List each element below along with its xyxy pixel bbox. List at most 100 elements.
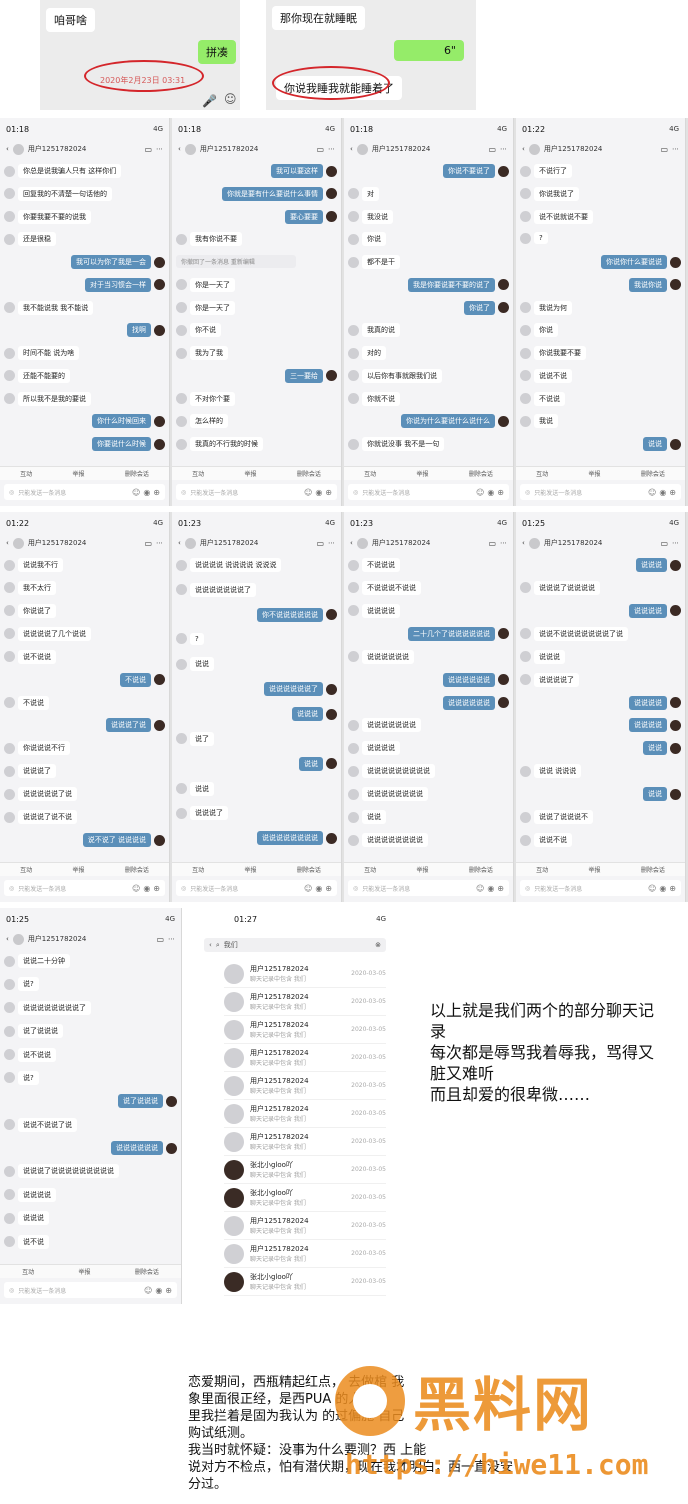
more-icon[interactable]: ⋯ — [672, 145, 679, 153]
voice-icon[interactable]: ◉ — [143, 884, 150, 893]
avatar[interactable] — [176, 658, 187, 670]
avatar[interactable] — [4, 978, 15, 990]
voice-icon[interactable]: ◉ — [659, 488, 666, 497]
avatar[interactable] — [4, 1189, 15, 1201]
more-icon[interactable]: ⋯ — [328, 145, 335, 153]
avatar[interactable] — [176, 584, 187, 596]
search-input[interactable]: ‹ ⌕ 我们 ⊗ — [204, 938, 386, 952]
toolbar-button[interactable]: 删除会话 — [641, 469, 665, 478]
emoji-icon[interactable]: ☺ — [132, 488, 140, 497]
avatar[interactable] — [348, 811, 359, 823]
avatar[interactable] — [326, 758, 337, 770]
back-icon[interactable]: ‹ — [522, 539, 525, 547]
avatar[interactable] — [670, 742, 681, 754]
avatar[interactable] — [12, 537, 24, 549]
avatar[interactable] — [520, 347, 531, 359]
avatar[interactable] — [348, 651, 359, 663]
avatar[interactable] — [670, 697, 681, 709]
toolbar-button[interactable]: 互动 — [20, 865, 32, 874]
avatar[interactable] — [670, 256, 681, 268]
avatar[interactable] — [498, 628, 509, 640]
toolbar-button[interactable]: 互动 — [536, 469, 548, 478]
avatar[interactable] — [176, 302, 187, 314]
video-call-icon[interactable]: ▭ — [488, 539, 496, 548]
plus-icon[interactable]: ⊕ — [153, 488, 160, 497]
avatar[interactable] — [520, 811, 531, 823]
avatar[interactable] — [520, 370, 531, 382]
avatar[interactable] — [176, 393, 187, 405]
avatar[interactable] — [670, 605, 681, 617]
toolbar-button[interactable]: 举报 — [244, 865, 256, 874]
toolbar-button[interactable]: 删除会话 — [135, 1267, 159, 1276]
avatar[interactable] — [356, 143, 368, 155]
message-input[interactable]: ◎ 只能发送一条消息 ☺ ◉ ⊕ — [520, 880, 681, 896]
avatar[interactable] — [520, 765, 531, 777]
avatar[interactable] — [154, 324, 165, 336]
avatar[interactable] — [520, 651, 531, 663]
avatar[interactable] — [348, 347, 359, 359]
search-result-row[interactable]: 用户1251782024 聊天记录中包含 我们 2020-03-05 — [224, 1016, 386, 1044]
back-icon[interactable]: ‹ — [178, 145, 181, 153]
avatar[interactable] — [4, 651, 15, 663]
avatar[interactable] — [498, 165, 509, 177]
avatar[interactable] — [176, 559, 187, 571]
camera-icon[interactable]: ◎ — [9, 885, 14, 892]
message-input[interactable]: ◎ 只能发送一条消息 ☺ ◉ ⊕ — [176, 880, 337, 896]
avatar[interactable] — [326, 165, 337, 177]
avatar[interactable] — [184, 143, 196, 155]
emoji-icon[interactable]: ☺ — [304, 884, 312, 893]
back-icon[interactable]: ‹ — [350, 145, 353, 153]
emoji-icon[interactable]: ☺ — [132, 884, 140, 893]
message-input[interactable]: ◎ 只能发送一条消息 ☺ ◉ ⊕ — [176, 484, 337, 500]
voice-icon[interactable]: ◉ — [155, 1286, 162, 1295]
avatar[interactable] — [520, 415, 531, 427]
back-icon[interactable]: ‹ — [6, 539, 9, 547]
toolbar-button[interactable]: 互动 — [20, 469, 32, 478]
avatar[interactable] — [176, 733, 187, 745]
toolbar-button[interactable]: 删除会话 — [297, 865, 321, 874]
more-icon[interactable]: ⋯ — [500, 539, 507, 547]
more-icon[interactable]: ⋯ — [328, 539, 335, 547]
avatar[interactable] — [326, 211, 337, 223]
avatar[interactable] — [4, 582, 15, 594]
video-call-icon[interactable]: ▭ — [144, 145, 152, 154]
avatar[interactable] — [184, 537, 196, 549]
search-result-row[interactable]: 用户1251782024 聊天记录中包含 我们 2020-03-05 — [224, 1128, 386, 1156]
avatar[interactable] — [498, 697, 509, 709]
avatar[interactable] — [348, 393, 359, 405]
more-icon[interactable]: ⋯ — [672, 539, 679, 547]
voice-icon[interactable]: ◉ — [315, 884, 322, 893]
avatar[interactable] — [498, 415, 509, 427]
avatar[interactable] — [154, 719, 165, 731]
search-result-row[interactable]: 张北小gloo吖 聊天记录中包含 我们 2020-03-05 — [224, 1184, 386, 1212]
avatar[interactable] — [348, 211, 359, 223]
avatar[interactable] — [176, 324, 187, 336]
search-result-row[interactable]: 用户1251782024 聊天记录中包含 我们 2020-03-05 — [224, 988, 386, 1016]
toolbar-button[interactable]: 互动 — [22, 1267, 34, 1276]
plus-icon[interactable]: ⊕ — [325, 488, 332, 497]
search-result-row[interactable]: 张北小gloo吖 聊天记录中包含 我们 2020-03-05 — [224, 1268, 386, 1296]
message-input[interactable]: ◎ 只能发送一条消息 ☺ ◉ ⊕ — [4, 880, 165, 896]
search-result-row[interactable]: 用户1251782024 聊天记录中包含 我们 2020-03-05 — [224, 1212, 386, 1240]
voice-icon[interactable]: ◉ — [659, 884, 666, 893]
message-input[interactable]: ◎ 只能发送一条消息 ☺ ◉ ⊕ — [348, 484, 509, 500]
avatar[interactable] — [4, 559, 15, 571]
avatar[interactable] — [670, 279, 681, 291]
back-icon[interactable]: ‹ — [6, 145, 9, 153]
avatar[interactable] — [4, 1119, 15, 1131]
voice-icon[interactable]: ◉ — [487, 488, 494, 497]
avatar[interactable] — [348, 605, 359, 617]
toolbar-button[interactable]: 举报 — [244, 469, 256, 478]
avatar[interactable] — [176, 347, 187, 359]
plus-icon[interactable]: ⊕ — [165, 1286, 172, 1295]
back-icon[interactable]: ‹ — [178, 539, 181, 547]
camera-icon[interactable]: ◎ — [353, 885, 358, 892]
avatar[interactable] — [356, 537, 368, 549]
avatar[interactable] — [326, 832, 337, 844]
avatar[interactable] — [520, 188, 531, 200]
avatar[interactable] — [4, 393, 15, 405]
avatar[interactable] — [154, 834, 165, 846]
search-result-row[interactable]: 用户1251782024 聊天记录中包含 我们 2020-03-05 — [224, 1072, 386, 1100]
avatar[interactable] — [348, 765, 359, 777]
emoji-icon[interactable]: ☺ — [648, 488, 656, 497]
